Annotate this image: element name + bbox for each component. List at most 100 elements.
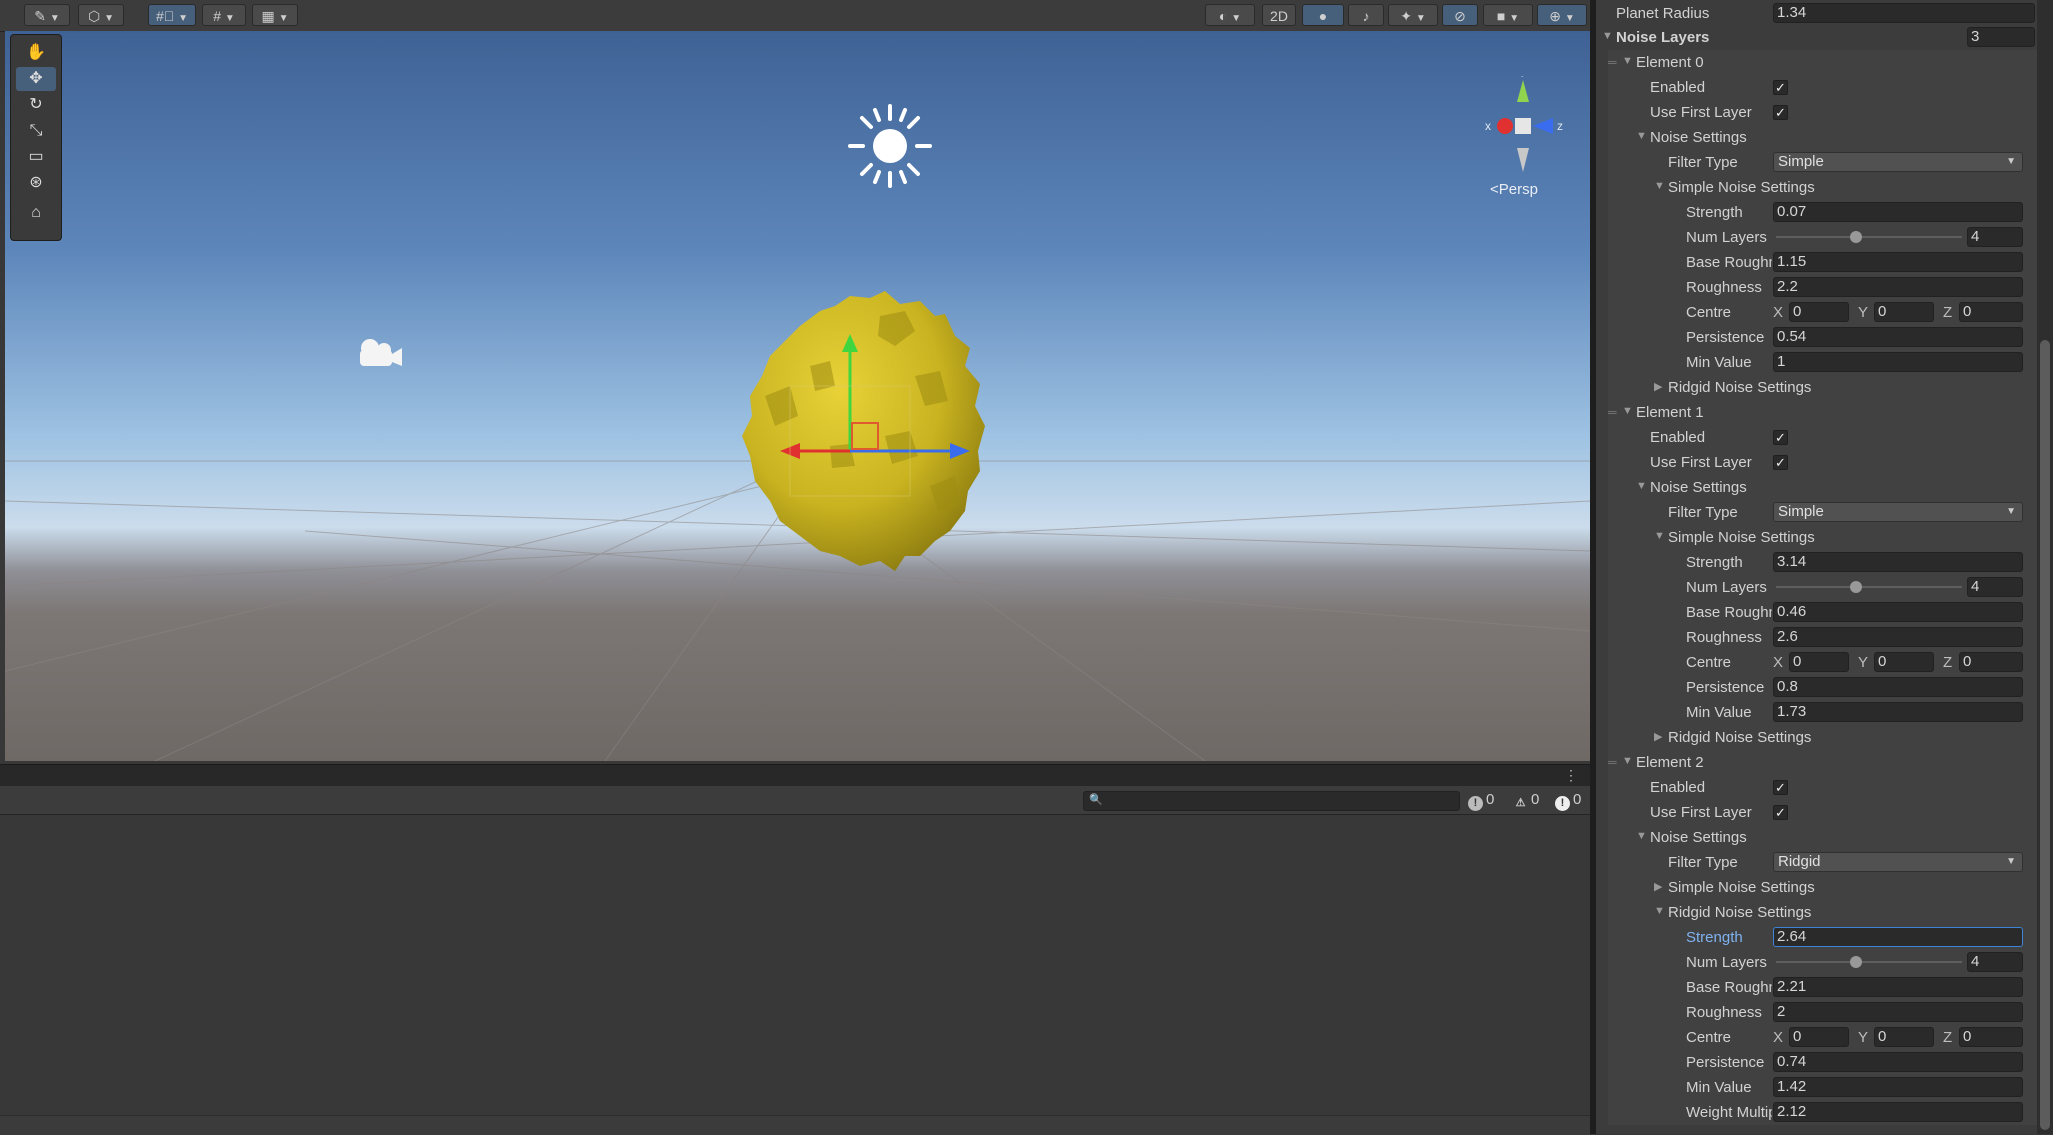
ruler-icon[interactable]: ▦ ▼ [252, 4, 298, 26]
move-tool-icon[interactable]: ✥ [16, 67, 56, 91]
console-search-input[interactable]: 🔍 [1083, 791, 1460, 811]
min-value-field[interactable]: 1.42 [1773, 1077, 2023, 1097]
scale-tool-icon[interactable]: ⤡ [16, 119, 56, 143]
enabled-checkbox[interactable]: ✓ [1773, 780, 1788, 795]
use-first-layer-checkbox[interactable]: ✓ [1773, 455, 1788, 470]
element-title[interactable]: Element 1 [1636, 404, 1704, 421]
more-options-icon[interactable]: ⋮ [1564, 767, 1578, 784]
roughness-field[interactable]: 2 [1773, 1002, 2023, 1022]
hand-tool-icon[interactable]: ✋ [16, 41, 56, 65]
num-layers-slider-track[interactable] [1776, 586, 1962, 588]
base-roughness-field[interactable]: 1.15 [1773, 252, 2023, 272]
filter-type-dropdown[interactable]: Simple ▼ [1773, 152, 2023, 172]
num-layers-slider-knob[interactable] [1850, 956, 1862, 968]
strength-field[interactable]: 0.07 [1773, 202, 2023, 222]
ridgid-noise-settings-label[interactable]: Ridgid Noise Settings [1668, 379, 1811, 396]
simple-noise-foldout-icon[interactable]: ▼ [1654, 530, 1665, 542]
audio-icon[interactable]: ♪ [1348, 4, 1384, 26]
rotate-tool-icon[interactable]: ↻ [16, 93, 56, 117]
simple-noise-foldout-icon[interactable]: ▼ [1654, 180, 1665, 192]
cube-icon[interactable]: ⬡ ▼ [78, 4, 124, 26]
shading-mode-icon[interactable]: ◐ ▼ [1205, 4, 1255, 26]
grid-snap-icon[interactable]: #⃣ ▼ [148, 4, 196, 26]
planet-radius-field[interactable]: 1.34 [1773, 3, 2035, 23]
use-first-layer-checkbox[interactable]: ✓ [1773, 105, 1788, 120]
ridgid-noise-foldout-icon[interactable]: ▶ [1654, 730, 1662, 743]
persistence-field[interactable]: 0.74 [1773, 1052, 2023, 1072]
num-layers-field[interactable]: 4 [1967, 577, 2023, 597]
use-first-layer-checkbox[interactable]: ✓ [1773, 805, 1788, 820]
element-foldout-icon[interactable]: ▼ [1622, 55, 1633, 67]
persistence-field[interactable]: 0.54 [1773, 327, 2023, 347]
ridgid-noise-settings-label[interactable]: Ridgid Noise Settings [1668, 904, 1811, 921]
centre-z-field[interactable]: 0 [1959, 652, 2023, 672]
transform-tool-icon[interactable]: ⊛ [16, 171, 56, 195]
noise-settings-foldout-icon[interactable]: ▼ [1636, 480, 1647, 492]
enabled-checkbox[interactable]: ✓ [1773, 80, 1788, 95]
console-log-area[interactable] [0, 815, 1590, 1115]
ridgid-noise-foldout-icon[interactable]: ▶ [1654, 380, 1662, 393]
enabled-checkbox[interactable]: ✓ [1773, 430, 1788, 445]
noise-settings-foldout-icon[interactable]: ▼ [1636, 130, 1647, 142]
drag-handle-icon[interactable]: ═ [1608, 405, 1617, 419]
draw-mode-button[interactable]: ✎ ▼ [24, 4, 70, 26]
drag-handle-icon[interactable]: ═ [1608, 55, 1617, 69]
roughness-field[interactable]: 2.6 [1773, 627, 2023, 647]
filter-type-dropdown[interactable]: Simple ▼ [1773, 502, 2023, 522]
orientation-gizmo[interactable]: y x z [1473, 76, 1573, 176]
custom-tool-icon[interactable]: ⌂ [16, 201, 56, 225]
centre-x-field[interactable]: 0 [1789, 1027, 1849, 1047]
centre-x-field[interactable]: 0 [1789, 302, 1849, 322]
effects-icon[interactable]: ✦ ▼ [1388, 4, 1438, 26]
element-title[interactable]: Element 2 [1636, 754, 1704, 771]
ridgid-noise-settings-label[interactable]: Ridgid Noise Settings [1668, 729, 1811, 746]
hidden-objects-icon[interactable]: ⊘ [1442, 4, 1478, 26]
centre-z-field[interactable]: 0 [1959, 302, 2023, 322]
centre-z-field[interactable]: 0 [1959, 1027, 2023, 1047]
num-layers-field[interactable]: 4 [1967, 227, 2023, 247]
num-layers-slider-knob[interactable] [1850, 231, 1862, 243]
simple-noise-foldout-icon[interactable]: ▶ [1654, 880, 1662, 893]
lighting-icon[interactable]: ● [1302, 4, 1344, 26]
error-count[interactable]: ! 0 [1555, 791, 1581, 811]
simple-noise-settings-label[interactable]: Simple Noise Settings [1668, 179, 1815, 196]
noise-settings-label[interactable]: Noise Settings [1650, 479, 1747, 496]
element-foldout-icon[interactable]: ▼ [1622, 755, 1633, 767]
simple-noise-settings-label[interactable]: Simple Noise Settings [1668, 879, 1815, 896]
rect-tool-icon[interactable]: ▭ [16, 145, 56, 169]
ridgid-noise-foldout-icon[interactable]: ▼ [1654, 905, 1665, 917]
base-roughness-field[interactable]: 0.46 [1773, 602, 2023, 622]
camera-icon[interactable]: ■ ▼ [1483, 4, 1533, 26]
projection-label[interactable]: <Persp [1490, 181, 1538, 198]
strength-field[interactable]: 2.64 [1773, 927, 2023, 947]
scrollbar-thumb[interactable] [2040, 340, 2050, 1130]
snap-grid-icon[interactable]: # ▼ [202, 4, 246, 26]
roughness-field[interactable]: 2.2 [1773, 277, 2023, 297]
drag-handle-icon[interactable]: ═ [1608, 755, 1617, 769]
min-value-field[interactable]: 1.73 [1773, 702, 2023, 722]
element-foldout-icon[interactable]: ▼ [1622, 405, 1633, 417]
min-value-field[interactable]: 1 [1773, 352, 2023, 372]
element-title[interactable]: Element 0 [1636, 54, 1704, 71]
noise-layers-foldout-icon[interactable]: ▼ [1602, 30, 1613, 42]
num-layers-slider-track[interactable] [1776, 961, 1962, 963]
persistence-field[interactable]: 0.8 [1773, 677, 2023, 697]
noise-settings-label[interactable]: Noise Settings [1650, 829, 1747, 846]
num-layers-slider-knob[interactable] [1850, 581, 1862, 593]
planet-mesh[interactable] [680, 256, 1020, 616]
strength-field[interactable]: 3.14 [1773, 552, 2023, 572]
noise-settings-label[interactable]: Noise Settings [1650, 129, 1747, 146]
noise-layers-label[interactable]: Noise Layers [1616, 29, 1709, 46]
gizmos-icon[interactable]: ⊕ ▼ [1537, 4, 1587, 26]
noise-settings-foldout-icon[interactable]: ▼ [1636, 830, 1647, 842]
scene-view[interactable]: y x z <Persp [5, 31, 1590, 761]
num-layers-slider-track[interactable] [1776, 236, 1962, 238]
num-layers-field[interactable]: 4 [1967, 952, 2023, 972]
filter-type-dropdown[interactable]: Ridgid ▼ [1773, 852, 2023, 872]
base-roughness-field[interactable]: 2.21 [1773, 977, 2023, 997]
noise-layers-count-field[interactable]: 3 [1967, 27, 2035, 47]
simple-noise-settings-label[interactable]: Simple Noise Settings [1668, 529, 1815, 546]
centre-y-field[interactable]: 0 [1874, 1027, 1934, 1047]
weight-multiplier-field[interactable]: 2.12 [1773, 1102, 2023, 1122]
info-count[interactable]: ! 0 [1468, 791, 1494, 811]
